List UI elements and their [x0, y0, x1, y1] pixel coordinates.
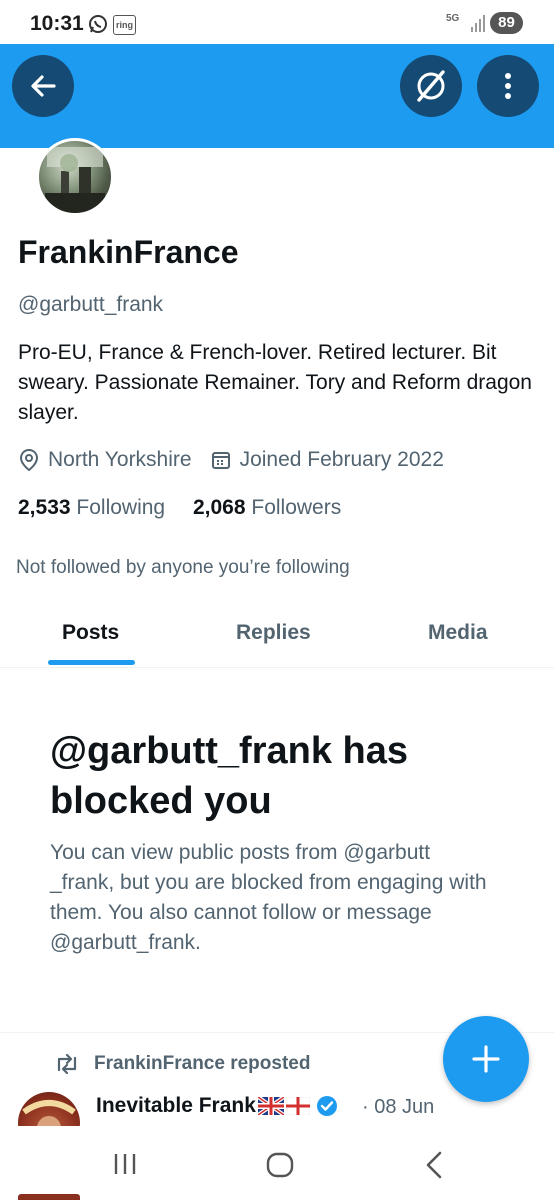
followers-link[interactable]: 2,068 Followers [193, 496, 341, 519]
england-flag-icon [285, 1097, 310, 1115]
username-handle: @garbutt_frank [18, 293, 164, 316]
ring-notification-icon: ring [113, 15, 136, 35]
profile-location: North Yorkshire [48, 448, 192, 471]
system-navigation-bar [0, 1126, 554, 1200]
tab-posts[interactable]: Posts [62, 621, 119, 645]
home-icon[interactable] [266, 1152, 294, 1178]
blocked-description: You can view public posts from @garbutt … [50, 841, 487, 954]
tab-replies[interactable]: Replies [236, 621, 311, 645]
more-options-button[interactable] [477, 55, 539, 117]
not-followed-notice: Not followed by anyone you’re following [16, 557, 350, 578]
following-link[interactable]: 2,533 Following [18, 496, 165, 519]
profile-joined-date: Joined February 2022 [239, 448, 444, 471]
blocked-title: @garbutt_frank has blocked you [50, 730, 409, 822]
calendar-icon [211, 452, 230, 469]
profile-bio: Pro-EU, France & French-lover. Retired l… [18, 341, 532, 424]
repost-icon [57, 1054, 77, 1074]
verified-badge-icon [316, 1096, 337, 1116]
tab-media[interactable]: Media [428, 621, 488, 645]
grok-icon [417, 70, 445, 102]
profile-meta: North Yorkshire Joined February 2022 [18, 448, 444, 472]
repost-label: FrankinFrance reposted [94, 1053, 311, 1074]
repost-indicator: FrankinFrance reposted [54, 1053, 310, 1075]
post-author-line[interactable]: Inevitable Frank [96, 1094, 338, 1118]
battery-indicator: 89 [490, 12, 523, 34]
profile-header-banner [0, 44, 554, 148]
signal-icon [470, 13, 486, 38]
display-name: FrankinFrance [18, 234, 239, 270]
back-button[interactable] [12, 55, 74, 117]
location-pin-icon [19, 448, 39, 472]
followers-label: Followers [251, 496, 342, 519]
following-count: 2,533 [18, 496, 71, 519]
compose-post-button[interactable] [443, 1016, 529, 1102]
following-label: Following [76, 496, 166, 519]
active-tab-indicator [48, 660, 135, 665]
avatar-photo [45, 147, 105, 213]
post-date: · 08 Jun [362, 1096, 435, 1118]
more-vertical-icon [505, 73, 511, 99]
network-5g-icon: 5G [446, 13, 460, 24]
uk-flag-icon [257, 1097, 284, 1115]
profile-tabs: Posts Replies Media [0, 605, 554, 668]
follow-stats: 2,533 Following 2,068 Followers [18, 496, 341, 520]
arrow-left-icon [31, 75, 56, 97]
followers-count: 2,068 [192, 496, 246, 519]
post-author-name: Inevitable Frank [96, 1094, 256, 1117]
next-post-avatar-peek [18, 1194, 80, 1200]
grok-button[interactable] [400, 55, 462, 117]
profile-avatar[interactable] [36, 138, 114, 216]
back-nav-icon[interactable] [424, 1151, 444, 1179]
status-bar: 10:31 ring 5G 89 [0, 0, 554, 44]
status-time: 10:31 [30, 12, 84, 35]
plus-icon [472, 1045, 500, 1073]
recent-apps-icon[interactable] [112, 1152, 138, 1176]
whatsapp-icon [88, 14, 108, 39]
